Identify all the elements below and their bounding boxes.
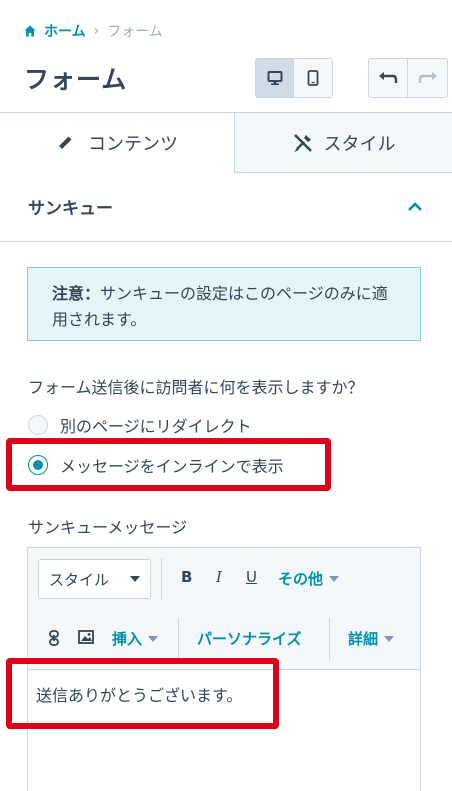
link-icon bbox=[48, 630, 60, 646]
tab-content[interactable]: コンテンツ bbox=[0, 113, 234, 173]
highlight-box-option bbox=[6, 438, 331, 491]
section-title: サンキュー bbox=[28, 199, 113, 219]
tab-style-label: スタイル bbox=[323, 133, 396, 155]
desktop-icon bbox=[267, 70, 283, 86]
tab-content-label: コンテンツ bbox=[88, 134, 178, 155]
image-icon bbox=[78, 630, 94, 644]
more-label: その他 bbox=[278, 570, 324, 588]
info-notice: 注意：サンキューの設定はこのページのみに適用されます。 bbox=[27, 267, 421, 341]
advanced-menu[interactable]: 詳細 bbox=[348, 628, 395, 649]
highlight-box-message bbox=[6, 658, 279, 729]
more-menu[interactable]: その他 bbox=[278, 568, 340, 589]
editor-toolbar: スタイル B I U その他 挿入 パーソナライズ 詳細 bbox=[28, 548, 420, 670]
toolbar-divider bbox=[161, 558, 162, 600]
breadcrumb-home-link[interactable]: ホーム bbox=[44, 21, 86, 41]
advanced-label: 詳細 bbox=[348, 630, 379, 648]
image-button[interactable] bbox=[78, 630, 94, 644]
redo-icon bbox=[418, 71, 438, 85]
style-select[interactable]: スタイル bbox=[38, 559, 151, 599]
chevron-up-icon[interactable] bbox=[406, 198, 424, 216]
underline-button[interactable]: U bbox=[246, 568, 257, 586]
style-select-value: スタイル bbox=[49, 570, 110, 589]
toolbar-divider bbox=[329, 618, 330, 660]
undo-button[interactable] bbox=[369, 59, 409, 97]
history-controls bbox=[368, 58, 448, 98]
breadcrumb-separator: › bbox=[93, 23, 100, 39]
undo-icon bbox=[378, 71, 398, 85]
mobile-icon bbox=[307, 70, 319, 86]
chevron-down-icon bbox=[329, 575, 340, 582]
chevron-down-icon bbox=[384, 635, 395, 642]
bold-button[interactable]: B bbox=[181, 568, 192, 586]
after-submit-question: フォーム送信後に訪問者に何を表示しますか？ bbox=[28, 378, 364, 397]
personalize-button[interactable]: パーソナライズ bbox=[197, 628, 302, 649]
brush-icon bbox=[292, 132, 314, 154]
view-toggle bbox=[255, 58, 333, 98]
redo-button[interactable] bbox=[408, 59, 447, 97]
section-header[interactable]: サンキュー bbox=[0, 172, 452, 242]
insert-menu[interactable]: 挿入 bbox=[112, 628, 159, 649]
page-title: フォーム bbox=[24, 65, 128, 94]
notice-text: サンキューの設定はこのページのみに適用されます。 bbox=[52, 284, 388, 329]
link-button[interactable] bbox=[48, 630, 60, 646]
desktop-view-button[interactable] bbox=[256, 59, 295, 97]
toolbar-divider bbox=[178, 618, 179, 660]
chevron-down-icon bbox=[130, 576, 140, 582]
editor-tabs: コンテンツ スタイル bbox=[0, 112, 452, 173]
pencil-icon bbox=[56, 132, 78, 154]
chevron-down-icon bbox=[148, 635, 159, 642]
breadcrumb-current: フォーム bbox=[107, 24, 163, 40]
breadcrumb: ホーム › フォーム bbox=[24, 22, 163, 40]
insert-label: 挿入 bbox=[112, 630, 143, 648]
personalize-label: パーソナライズ bbox=[197, 630, 302, 648]
home-icon[interactable] bbox=[24, 24, 38, 38]
notice-strong: 注意： bbox=[52, 284, 101, 303]
thank-you-message-label: サンキューメッセージ bbox=[28, 518, 188, 537]
tab-style[interactable]: スタイル bbox=[234, 113, 452, 173]
radio-redirect[interactable] bbox=[28, 415, 48, 435]
radio-redirect-label: 別のページにリダイレクト bbox=[60, 417, 252, 436]
mobile-view-button[interactable] bbox=[294, 59, 332, 97]
italic-button[interactable]: I bbox=[216, 568, 222, 586]
radio-option-redirect[interactable]: 別のページにリダイレクト bbox=[28, 413, 252, 437]
